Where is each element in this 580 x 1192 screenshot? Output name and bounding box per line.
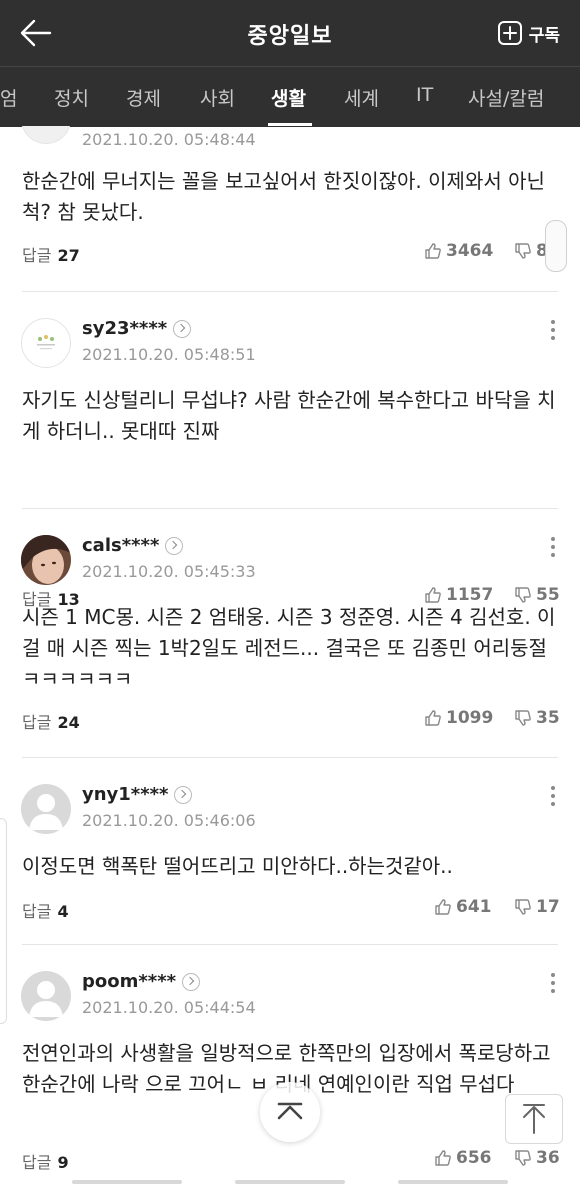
scroll-to-top-button[interactable] [505, 1094, 563, 1144]
author-name: yny1**** [82, 784, 169, 805]
dislike-button[interactable]: 36 [514, 1148, 560, 1168]
like-button[interactable]: 641 [434, 897, 492, 917]
thumbs-up-icon [425, 243, 441, 259]
reply-count: 4 [57, 902, 69, 921]
app-header: 중앙일보 구독 [0, 0, 580, 66]
thumbs-down-icon [515, 243, 531, 259]
chevron-right-icon [173, 319, 192, 338]
comment-divider [22, 944, 558, 945]
scrollbar-thumb[interactable] [545, 220, 567, 272]
dislike-button[interactable]: 17 [514, 897, 560, 917]
author-name: cals**** [82, 535, 160, 556]
chevron-up-icon [277, 1102, 303, 1120]
edge-panel-handle[interactable] [0, 818, 7, 1024]
avatar[interactable] [21, 126, 71, 144]
author-row[interactable]: yny1**** [82, 784, 193, 805]
reply-count: 9 [57, 1153, 69, 1172]
tab-politics[interactable]: 정치 [54, 84, 89, 111]
like-button[interactable]: 1099 [424, 708, 493, 728]
comment-list[interactable]: 2021.10.20. 05:48:44 한순간에 무너지는 꼴을 보고싶어서 … [0, 126, 580, 1192]
comment-date: 2021.10.20. 05:48:51 [82, 345, 256, 364]
comment-body: 이정도면 핵폭탄 떨어뜨리고 미안하다..하는것같아.. [22, 854, 453, 878]
like-count: 3464 [446, 241, 494, 261]
tab-society[interactable]: 사회 [200, 84, 235, 111]
dislike-count: 35 [536, 708, 560, 728]
thumbs-up-icon [435, 1150, 451, 1166]
like-button[interactable]: 3464 [424, 241, 493, 261]
default-user-icon [29, 794, 63, 830]
subscribe-button[interactable]: 구독 [497, 19, 560, 47]
dislike-count: 36 [536, 1148, 560, 1168]
author-row[interactable]: poom**** [82, 971, 201, 992]
page-title: 중앙일보 [247, 24, 333, 49]
comment-date: 2021.10.20. 05:46:06 [82, 811, 256, 830]
section-tabs: 엄 정치 경제 사회 생활 세계 IT 사설/칼럼 [0, 66, 580, 127]
more-options-button[interactable] [548, 973, 558, 999]
reply-count: 24 [57, 713, 80, 732]
reply-count: 27 [57, 246, 80, 265]
like-button[interactable]: 656 [434, 1148, 492, 1168]
reply-label: 답글 [22, 713, 52, 732]
tab-world[interactable]: 세계 [344, 84, 379, 111]
more-options-button[interactable] [548, 537, 558, 563]
avatar-logo-icon [37, 335, 55, 350]
comment-divider [22, 508, 558, 509]
chevron-right-icon [174, 785, 193, 804]
avatar[interactable] [21, 784, 71, 834]
page-indicator [235, 1180, 345, 1184]
comment-date: 2021.10.20. 05:48:44 [82, 130, 256, 149]
page-indicator [72, 1180, 182, 1184]
thumbs-down-icon [515, 899, 531, 915]
reply-label: 답글 [22, 1153, 52, 1172]
avatar-photo-icon [21, 535, 71, 585]
tab-partial[interactable]: 엄 [0, 84, 17, 111]
more-options-button[interactable] [548, 320, 558, 346]
reply-button[interactable]: 답글 4 [22, 898, 69, 922]
tab-it[interactable]: IT [416, 84, 433, 106]
reply-label: 답글 [22, 246, 52, 265]
comment-divider [22, 291, 558, 292]
plus-box-icon [497, 21, 522, 45]
default-user-icon [29, 981, 63, 1017]
comment-body: 한순간에 무너지는 꼴을 보고싶어서 한짓이잖아. 이제와서 아닌척? 참 못났… [22, 169, 545, 224]
comment-date: 2021.10.20. 05:44:54 [82, 998, 256, 1017]
reply-button[interactable]: 답글 27 [22, 242, 80, 266]
author-row[interactable]: sy23**** [82, 318, 192, 339]
dislike-button[interactable]: 35 [514, 708, 560, 728]
chevron-right-icon [165, 536, 184, 555]
thumbs-down-icon [515, 1150, 531, 1166]
dislike-count: 17 [536, 897, 560, 917]
comment-body: 시즌 1 MC몽. 시즌 2 엄태웅. 시즌 3 정준영. 시즌 4 김선호. … [22, 605, 556, 691]
thumbs-up-icon [425, 710, 441, 726]
like-count: 1099 [446, 708, 494, 728]
page-indicator [398, 1180, 508, 1184]
author-name: poom**** [82, 971, 177, 992]
avatar[interactable] [21, 318, 71, 368]
thumbs-down-icon [515, 710, 531, 726]
comment-date: 2021.10.20. 05:45:33 [82, 562, 256, 581]
tab-life[interactable]: 생활 [271, 84, 306, 111]
reply-button[interactable]: 답글 24 [22, 709, 80, 733]
comment-divider [22, 757, 558, 758]
like-count: 656 [456, 1148, 492, 1168]
tab-economy[interactable]: 경제 [126, 84, 161, 111]
chevron-right-icon [182, 972, 201, 991]
subscribe-label: 구독 [528, 25, 560, 46]
author-row[interactable]: cals**** [82, 535, 184, 556]
collapse-up-button[interactable] [260, 1082, 320, 1142]
avatar[interactable] [21, 535, 71, 585]
comment-body: 자기도 신상털리니 무섭냐? 사람 한순간에 복수한다고 바닥을 치게 하더니.… [22, 388, 556, 443]
tab-editorial[interactable]: 사설/칼럼 [468, 84, 544, 111]
author-name: sy23**** [82, 318, 168, 339]
arrow-up-icon [523, 1104, 545, 1134]
avatar[interactable] [21, 971, 71, 1021]
like-count: 641 [456, 897, 492, 917]
reply-label: 답글 [22, 902, 52, 921]
thumbs-up-icon [435, 899, 451, 915]
more-options-button[interactable] [548, 786, 558, 812]
reply-button[interactable]: 답글 9 [22, 1149, 69, 1173]
